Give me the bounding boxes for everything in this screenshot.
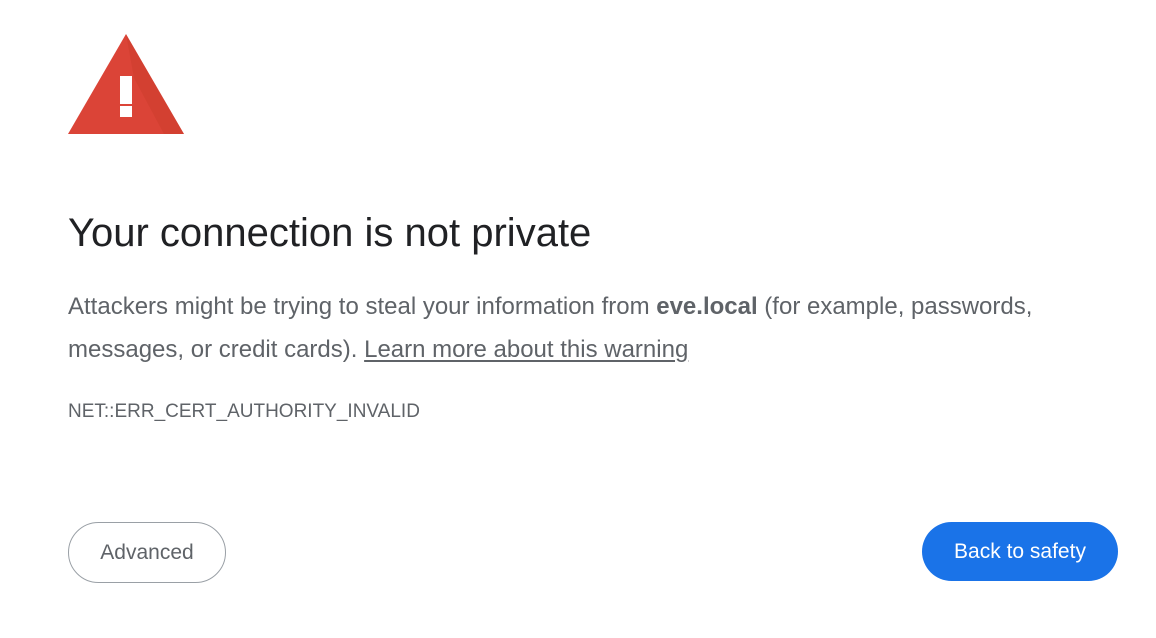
learn-more-link[interactable]: Learn more about this warning <box>364 336 688 363</box>
page-title: Your connection is not private <box>68 211 592 255</box>
message-text: Attackers might be trying to steal your … <box>68 293 657 320</box>
warning-message: Attackers might be trying to steal your … <box>68 285 1068 371</box>
back-to-safety-button[interactable]: Back to safety <box>922 522 1118 581</box>
interstitial-page: Your connection is not private Attackers… <box>0 0 1156 638</box>
error-code: NET::ERR_CERT_AUTHORITY_INVALID <box>68 401 420 422</box>
advanced-button[interactable]: Advanced <box>68 522 226 583</box>
host-name: eve.local <box>656 293 758 320</box>
warning-triangle-icon <box>68 34 184 134</box>
